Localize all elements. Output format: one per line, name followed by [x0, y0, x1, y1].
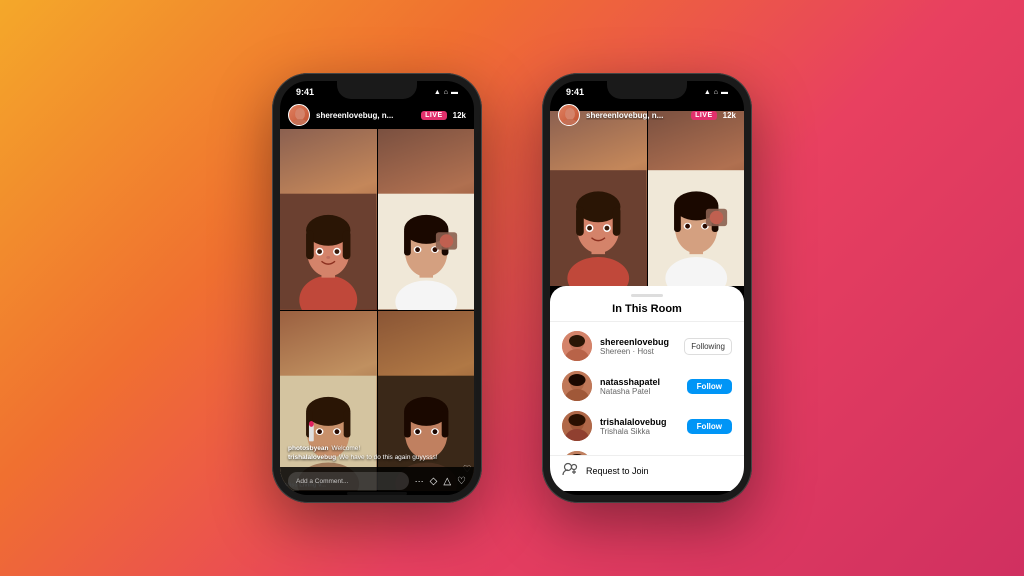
comment-text-1: Welcome!: [331, 445, 360, 452]
more-options-icon[interactable]: ···: [415, 476, 424, 486]
time-2: 9:41: [566, 87, 584, 97]
following-button-shereen[interactable]: Following: [684, 338, 732, 355]
host-avatar-2: [558, 104, 580, 126]
comment-bar: Add a Comment... ··· ◇ △ ♡: [280, 467, 474, 495]
room-info-natasha: natasshapatel Natasha Patel: [600, 377, 679, 396]
shereen-username: shereenlovebug: [600, 337, 676, 347]
request-join-icon: [562, 462, 578, 479]
follow-button-natasha[interactable]: Follow: [687, 379, 732, 394]
signal-icon: ▲: [434, 89, 441, 96]
natasha-realname: Natasha Patel: [600, 387, 679, 396]
natasha-username: natasshapatel: [600, 377, 679, 387]
notch-2: [607, 81, 687, 99]
time-1: 9:41: [296, 87, 314, 97]
home-indicator-2: [550, 491, 744, 495]
room-item-arti: artinayar ARTI NAYAR Follow: [550, 446, 744, 455]
host-avatar-1: [288, 104, 310, 126]
room-item-natasha: natasshapatel Natasha Patel Follow: [550, 366, 744, 406]
sheet-handle: [631, 294, 663, 297]
room-info-trishala: trishalalovebug Trishala Sikka: [600, 417, 679, 436]
wifi-icon: ⌂: [444, 89, 448, 96]
status-icons-1: ▲ ⌂ ▬: [434, 89, 458, 96]
battery-icon: ▬: [451, 89, 458, 96]
comment-1: photosbyean Welcome!: [288, 445, 466, 452]
request-join-text: Request to Join: [586, 466, 649, 476]
shereen-realname: Shereen · Host: [600, 347, 676, 356]
host-username-2: shereenlovebug, n...: [586, 111, 685, 120]
comment-user-2: trishalalovebug: [288, 454, 336, 461]
comment-text-2: We have to do this again guyysss!: [339, 454, 438, 461]
room-item-trishala: trishalalovebug Trishala Sikka Follow: [550, 406, 744, 446]
room-avatar-trishala: [562, 411, 592, 441]
trishala-username: trishalalovebug: [600, 417, 679, 427]
video-cell-2: [378, 129, 475, 310]
live-header-2: shereenlovebug, n... LIVE 12k: [550, 101, 744, 129]
room-list: shereenlovebug Shereen · Host Following: [550, 322, 744, 455]
trishala-realname: Trishala Sikka: [600, 427, 679, 436]
wifi-icon-2: ⌂: [714, 89, 718, 96]
phone2-video-section: [550, 111, 744, 286]
comment-2: trishalalovebug We have to do this again…: [288, 454, 466, 461]
room-avatar-shereen: [562, 331, 592, 361]
live-badge-1: LIVE: [421, 111, 447, 120]
follow-button-trishala[interactable]: Follow: [687, 419, 732, 434]
battery-icon-2: ▬: [721, 89, 728, 96]
signal-icon-2: ▲: [704, 89, 711, 96]
status-icons-2: ▲ ⌂ ▬: [704, 89, 728, 96]
comments-overlay: photosbyean Welcome! trishalalovebug We …: [280, 441, 474, 467]
room-avatar-natasha: [562, 371, 592, 401]
request-join-section[interactable]: Request to Join: [550, 455, 744, 485]
phone-2: 9:41 ▲ ⌂ ▬ shereenlovebug, n... LIVE 12k: [542, 73, 752, 503]
live-badge-2: LIVE: [691, 111, 717, 120]
comment-input[interactable]: Add a Comment...: [288, 472, 409, 490]
room-item-shereen: shereenlovebug Shereen · Host Following: [550, 326, 744, 366]
bottom-sheet: In This Room she: [550, 286, 744, 491]
phone2-video-cell-1: [550, 111, 647, 286]
direct-message-icon[interactable]: ◇: [430, 476, 438, 487]
sheet-title: In This Room: [550, 301, 744, 322]
video-cell-1: [280, 129, 377, 310]
notch: [337, 81, 417, 99]
live-header-1: shereenlovebug, n... LIVE 12k: [280, 101, 474, 129]
comment-user-1: photosbyean: [288, 445, 328, 452]
home-bar-2: [617, 492, 677, 495]
like-icon[interactable]: ♡: [457, 476, 466, 487]
host-username-1: shereenlovebug, n...: [316, 111, 415, 120]
share-icon[interactable]: △: [443, 476, 451, 487]
phone-1: 9:41 ▲ ⌂ ▬ shereenlovebug, n... LIVE 12k: [272, 73, 482, 503]
phone2-video-cell-2: [648, 111, 745, 286]
viewers-count-2: 12k: [723, 111, 736, 120]
comment-placeholder: Add a Comment...: [296, 478, 348, 485]
video-grid-1: Miss Living V... ♡: [280, 129, 474, 491]
viewers-count-1: 12k: [453, 111, 466, 120]
room-info-shereen: shereenlovebug Shereen · Host: [600, 337, 676, 356]
